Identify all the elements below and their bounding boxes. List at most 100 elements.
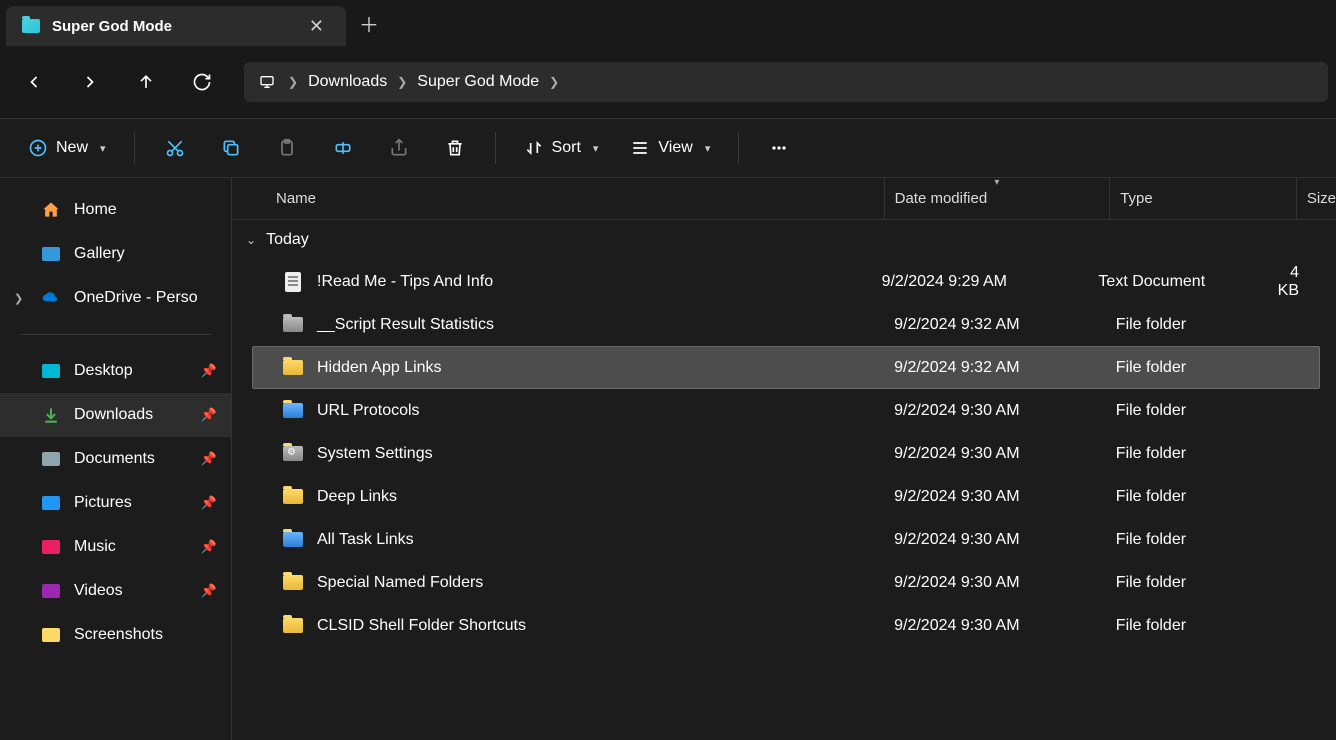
rename-icon — [333, 138, 353, 158]
file-row[interactable]: CLSID Shell Folder Shortcuts9/2/2024 9:3… — [252, 604, 1320, 647]
file-icon: ⚙ — [281, 442, 305, 466]
share-button[interactable] — [375, 128, 423, 168]
pin-icon: 📌 — [201, 539, 217, 555]
file-type: File folder — [1116, 531, 1299, 549]
file-date: 9/2/2024 9:30 AM — [894, 445, 1116, 463]
col-name-header[interactable]: Name — [276, 190, 884, 207]
sort-label: Sort — [552, 139, 581, 157]
sidebar-item-pictures[interactable]: Pictures📌 — [0, 481, 231, 525]
file-name: Hidden App Links — [317, 359, 894, 377]
pin-icon: 📌 — [201, 363, 217, 379]
videos-icon — [40, 580, 62, 602]
refresh-button[interactable] — [176, 58, 228, 106]
col-type-header[interactable]: Type — [1109, 178, 1296, 219]
downloads-icon — [40, 404, 62, 426]
sidebar-item-desktop[interactable]: Desktop 📌 — [0, 349, 231, 393]
up-button[interactable] — [120, 58, 172, 106]
separator — [495, 132, 496, 164]
folder-icon — [40, 624, 62, 646]
back-button[interactable] — [8, 58, 60, 106]
sidebar-item-documents[interactable]: Documents 📌 — [0, 437, 231, 481]
chevron-right-icon: ❯ — [14, 292, 28, 305]
toolbar: New ▾ Sort ▾ View ▾ — [0, 118, 1336, 178]
plus-circle-icon — [28, 138, 48, 158]
sidebar-item-label: Pictures — [74, 494, 189, 512]
chevron-down-icon: ▾ — [705, 142, 711, 155]
view-button[interactable]: View ▾ — [618, 128, 722, 168]
ellipsis-icon — [769, 138, 789, 158]
breadcrumb-part[interactable]: Downloads — [308, 73, 387, 91]
sidebar-item-gallery[interactable]: Gallery — [0, 232, 231, 276]
file-name: URL Protocols — [317, 402, 894, 420]
divider — [20, 334, 211, 335]
sidebar-item-home[interactable]: Home — [0, 188, 231, 232]
music-icon — [40, 536, 62, 558]
new-button[interactable]: New ▾ — [16, 128, 118, 168]
sort-icon — [524, 138, 544, 158]
sidebar-item-label: Gallery — [74, 245, 217, 263]
nav-bar: ❯ Downloads ❯ Super God Mode ❯ — [0, 46, 1336, 118]
file-icon — [281, 313, 305, 337]
cut-button[interactable] — [151, 128, 199, 168]
more-button[interactable] — [755, 128, 803, 168]
file-name: Deep Links — [317, 488, 894, 506]
file-list: Name ▾ Date modified Type Size ⌄ Today !… — [232, 178, 1336, 740]
sidebar-item-music[interactable]: Music📌 — [0, 525, 231, 569]
copy-button[interactable] — [207, 128, 255, 168]
col-date-header[interactable]: ▾ Date modified — [884, 178, 1110, 219]
col-size-header[interactable]: Size — [1296, 178, 1336, 219]
forward-button[interactable] — [64, 58, 116, 106]
file-row[interactable]: All Task Links9/2/2024 9:30 AMFile folde… — [252, 518, 1320, 561]
new-tab-button[interactable]: ＋ — [346, 0, 392, 46]
rename-button[interactable] — [319, 128, 367, 168]
file-row[interactable]: !Read Me - Tips And Info9/2/2024 9:29 AM… — [252, 260, 1320, 303]
breadcrumb-part[interactable]: Super God Mode — [417, 73, 539, 91]
file-icon — [281, 356, 305, 380]
tab-active[interactable]: Super God Mode ✕ — [6, 6, 346, 46]
sidebar-item-videos[interactable]: Videos📌 — [0, 569, 231, 613]
file-row[interactable]: Hidden App Links9/2/2024 9:32 AMFile fol… — [252, 346, 1320, 389]
file-name: !Read Me - Tips And Info — [317, 273, 882, 291]
file-name: Special Named Folders — [317, 574, 894, 592]
file-icon — [281, 528, 305, 552]
home-icon — [40, 199, 62, 221]
file-name: All Task Links — [317, 531, 894, 549]
file-date: 9/2/2024 9:32 AM — [894, 359, 1116, 377]
column-headers: Name ▾ Date modified Type Size — [232, 178, 1336, 220]
file-name: __Script Result Statistics — [317, 316, 894, 334]
file-row[interactable]: __Script Result Statistics9/2/2024 9:32 … — [252, 303, 1320, 346]
file-row[interactable]: Deep Links9/2/2024 9:30 AMFile folder — [252, 475, 1320, 518]
sidebar-item-downloads[interactable]: Downloads📌 — [0, 393, 231, 437]
sidebar-item-label: Desktop — [74, 362, 189, 380]
sidebar-item-label: Documents — [74, 450, 189, 468]
scissors-icon — [165, 138, 185, 158]
sidebar-item-onedrive[interactable]: ❯ OneDrive - Perso — [0, 276, 231, 320]
sidebar-item-screenshots[interactable]: Screenshots — [0, 613, 231, 657]
sidebar-item-label: OneDrive - Perso — [74, 289, 217, 307]
file-date: 9/2/2024 9:30 AM — [894, 617, 1116, 635]
separator — [134, 132, 135, 164]
file-type: File folder — [1116, 445, 1299, 463]
file-type: File folder — [1116, 574, 1299, 592]
folder-icon — [22, 19, 40, 33]
file-row[interactable]: ⚙System Settings9/2/2024 9:30 AMFile fol… — [252, 432, 1320, 475]
file-name: CLSID Shell Folder Shortcuts — [317, 617, 894, 635]
breadcrumb[interactable]: ❯ Downloads ❯ Super God Mode ❯ — [244, 62, 1328, 102]
onedrive-icon — [40, 287, 62, 309]
file-date: 9/2/2024 9:30 AM — [894, 574, 1116, 592]
paste-button[interactable] — [263, 128, 311, 168]
file-row[interactable]: URL Protocols9/2/2024 9:30 AMFile folder — [252, 389, 1320, 432]
close-icon[interactable]: ✕ — [303, 14, 330, 39]
tab-title: Super God Mode — [52, 18, 291, 35]
main-area: Home Gallery ❯ OneDrive - Perso Desktop 📌 Dow… — [0, 178, 1336, 740]
trash-icon — [445, 138, 465, 158]
sidebar-item-label: Screenshots — [74, 626, 217, 644]
pin-icon: 📌 — [201, 451, 217, 467]
sort-button[interactable]: Sort ▾ — [512, 128, 611, 168]
gallery-icon — [40, 243, 62, 265]
group-header-today[interactable]: ⌄ Today — [232, 220, 1336, 260]
file-row[interactable]: Special Named Folders9/2/2024 9:30 AMFil… — [252, 561, 1320, 604]
sidebar-item-label: Downloads — [74, 406, 189, 424]
file-date: 9/2/2024 9:30 AM — [894, 402, 1116, 420]
delete-button[interactable] — [431, 128, 479, 168]
